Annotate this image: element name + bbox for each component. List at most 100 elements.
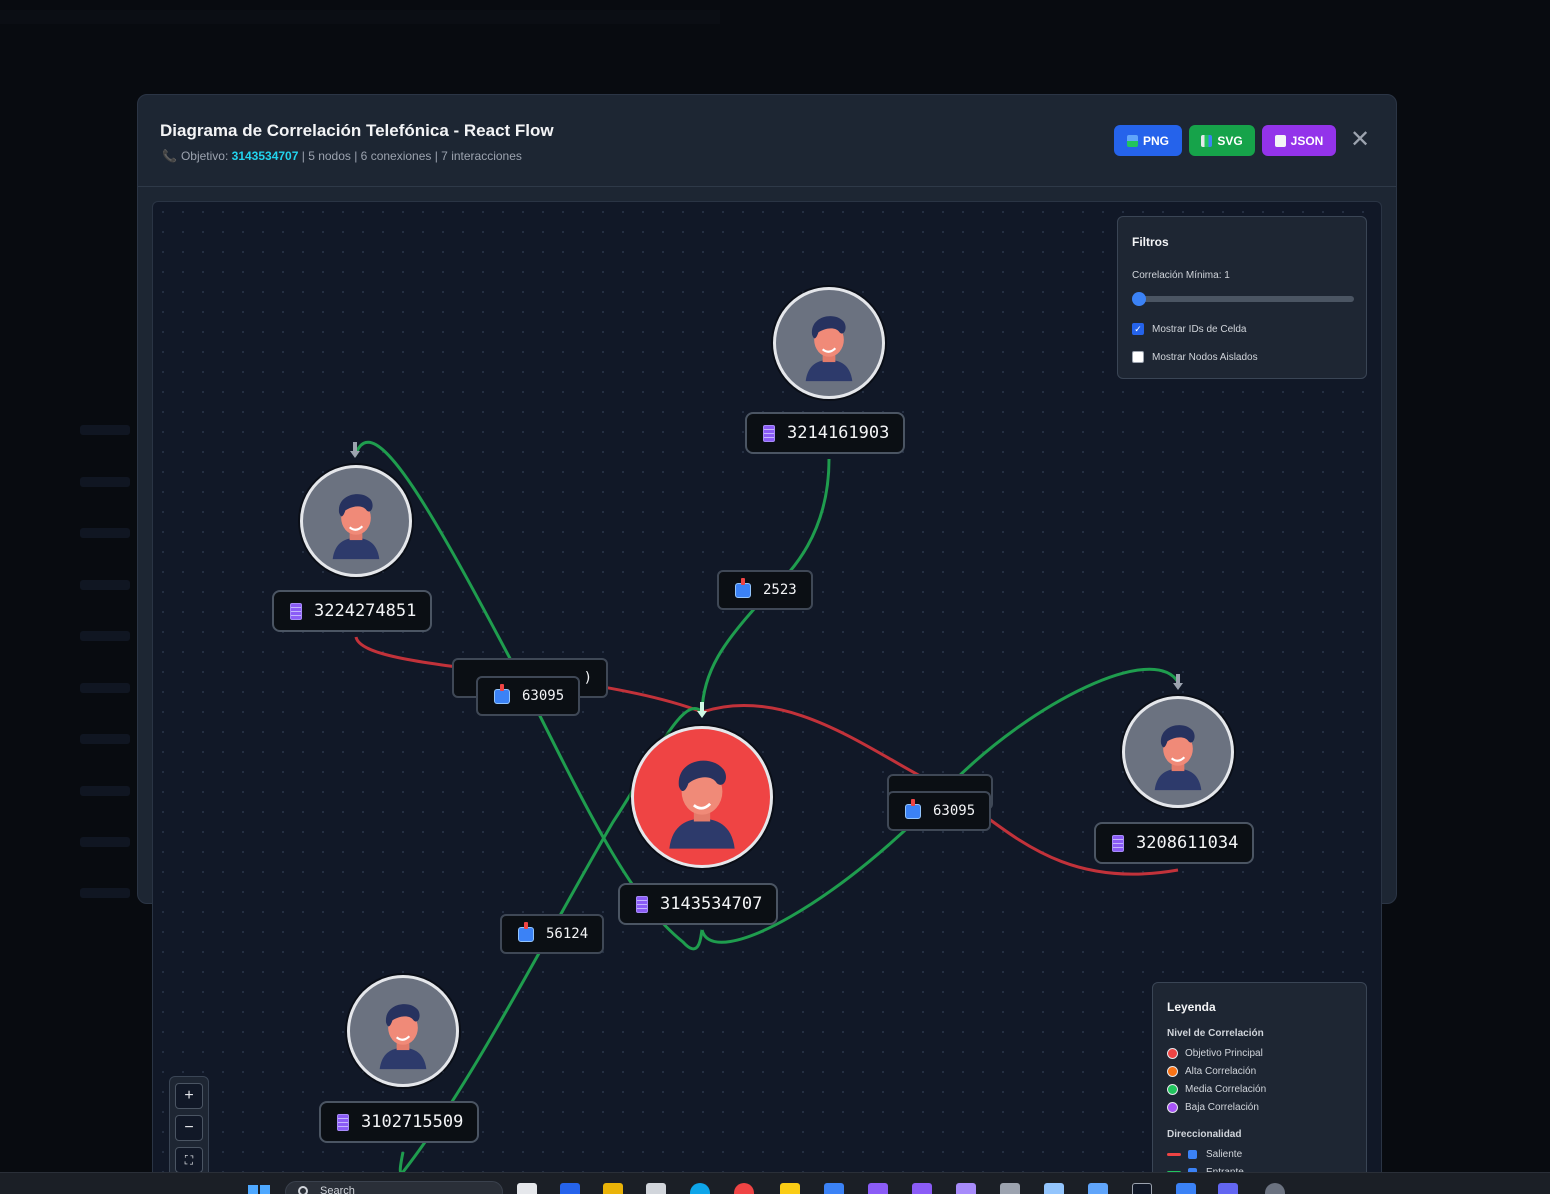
mobile-phone-icon bbox=[636, 895, 648, 913]
visual-studio-icon[interactable] bbox=[912, 1183, 932, 1194]
legend-label: Alta Correlación bbox=[1185, 1066, 1257, 1077]
slider-thumb[interactable] bbox=[1132, 292, 1146, 306]
visual-studio-icon[interactable] bbox=[868, 1183, 888, 1194]
arrow-down-icon bbox=[697, 702, 707, 718]
node-number: 3224274851 bbox=[314, 601, 417, 621]
export-json-button[interactable]: JSON bbox=[1262, 125, 1336, 156]
app-icon[interactable] bbox=[1044, 1183, 1064, 1194]
legend-item: Alta Correlación bbox=[1167, 1066, 1256, 1077]
visual-studio-icon[interactable] bbox=[956, 1183, 976, 1194]
edge-label[interactable]: 56124 bbox=[500, 914, 605, 954]
avatar-target-3143534707[interactable] bbox=[631, 726, 773, 868]
node-label[interactable]: 3102715509 bbox=[319, 1101, 480, 1143]
avatar-3224274851[interactable] bbox=[300, 465, 412, 577]
cell-id: 63095 bbox=[522, 688, 565, 704]
vscode-icon[interactable] bbox=[824, 1183, 844, 1194]
node-number: 3143534707 bbox=[660, 894, 763, 914]
legend-label: Objetivo Principal bbox=[1185, 1048, 1263, 1059]
node-label-target[interactable]: 3143534707 bbox=[618, 883, 779, 925]
background-row bbox=[80, 888, 130, 898]
app-icon[interactable] bbox=[1176, 1183, 1196, 1194]
zoom-out-button[interactable]: − bbox=[175, 1115, 203, 1141]
export-png-button[interactable]: PNG bbox=[1114, 125, 1182, 156]
mobile-phone-icon bbox=[290, 602, 302, 620]
node-label[interactable]: 3208611034 bbox=[1094, 822, 1255, 864]
node-number: 3208611034 bbox=[1136, 833, 1239, 853]
background-row bbox=[80, 786, 130, 796]
cell-id: 63095 bbox=[933, 803, 976, 819]
edge-label[interactable]: 63095 bbox=[476, 676, 581, 716]
cell-id-hidden: ) bbox=[583, 670, 592, 686]
taskbar-search[interactable]: Search bbox=[285, 1181, 503, 1194]
edge-label[interactable]: 63095 bbox=[887, 791, 992, 831]
mobile-phone-icon bbox=[337, 1113, 349, 1131]
flow-controls: + − ⛶ bbox=[169, 1076, 209, 1180]
terminal-icon[interactable] bbox=[1000, 1183, 1020, 1194]
app-icon[interactable] bbox=[1218, 1183, 1238, 1194]
image-icon bbox=[1126, 134, 1138, 147]
arrow-down-icon bbox=[1173, 674, 1183, 690]
legend-level-section: Nivel de Correlación bbox=[1167, 1028, 1264, 1039]
app-icon[interactable] bbox=[646, 1183, 666, 1194]
mobile-phone-icon bbox=[1112, 834, 1124, 852]
show-cell-ids-label: Mostrar IDs de Celda bbox=[1152, 323, 1247, 335]
target-number: 3143534707 bbox=[231, 149, 299, 163]
legend-panel: Leyenda Nivel de Correlación Objetivo Pr… bbox=[1152, 982, 1367, 1180]
background-row bbox=[80, 477, 130, 487]
app-icon[interactable] bbox=[1132, 1183, 1152, 1194]
cell-tower-icon bbox=[494, 683, 510, 704]
app-icon[interactable] bbox=[517, 1183, 537, 1194]
app-icon[interactable] bbox=[560, 1183, 580, 1194]
folder-icon[interactable] bbox=[603, 1183, 623, 1194]
cell-id: 2523 bbox=[763, 582, 797, 598]
export-json-label: JSON bbox=[1290, 133, 1324, 148]
subtitle-stats: | 5 nodos | 6 conexiones | 7 interaccion… bbox=[298, 149, 522, 163]
level-dot bbox=[1167, 1084, 1178, 1095]
document-icon bbox=[1274, 134, 1286, 147]
background-row bbox=[80, 425, 130, 435]
app-icon[interactable] bbox=[1088, 1183, 1108, 1194]
export-svg-label: SVG bbox=[1217, 133, 1243, 148]
zoom-in-button[interactable]: + bbox=[175, 1083, 203, 1109]
flow-canvas[interactable]: 3214161903 3224274851 3143534707 3208611… bbox=[152, 201, 1382, 1181]
show-cell-ids-checkbox[interactable]: ✓ bbox=[1132, 323, 1144, 335]
avatar-3102715509[interactable] bbox=[347, 975, 459, 1087]
search-icon bbox=[298, 1186, 308, 1194]
node-label[interactable]: 3214161903 bbox=[745, 412, 906, 454]
background-row bbox=[80, 683, 130, 693]
cell-tower-icon bbox=[735, 577, 751, 598]
node-number: 3102715509 bbox=[361, 1112, 464, 1132]
modal-title: Diagrama de Correlación Telefónica - Rea… bbox=[160, 121, 554, 140]
fit-view-button[interactable]: ⛶ bbox=[175, 1147, 203, 1173]
legend-item: Baja Correlación bbox=[1167, 1102, 1259, 1113]
avatar-3208611034[interactable] bbox=[1122, 696, 1234, 808]
background-row bbox=[80, 631, 130, 641]
legend-label: Baja Correlación bbox=[1185, 1102, 1259, 1113]
app-icon[interactable] bbox=[780, 1183, 800, 1194]
close-icon[interactable]: ✕ bbox=[1348, 128, 1372, 153]
windows-start-icon[interactable] bbox=[248, 1185, 270, 1194]
node-label[interactable]: 3224274851 bbox=[272, 590, 433, 632]
phone-icon: 📞 bbox=[162, 149, 177, 163]
background-row bbox=[80, 837, 130, 847]
outgoing-line-swatch bbox=[1167, 1153, 1181, 1156]
avatar-app-icon[interactable] bbox=[1265, 1183, 1285, 1194]
person-icon bbox=[669, 760, 735, 849]
legend-label: Media Correlación bbox=[1185, 1084, 1267, 1095]
min-correlation-slider[interactable] bbox=[1134, 296, 1354, 302]
export-svg-button[interactable]: SVG bbox=[1189, 125, 1255, 156]
edge-browser-icon[interactable] bbox=[690, 1183, 710, 1194]
avatar-3214161903[interactable] bbox=[773, 287, 885, 399]
show-isolated-row[interactable]: Mostrar Nodos Aislados bbox=[1132, 351, 1258, 363]
mobile-phone-icon bbox=[763, 424, 775, 442]
export-png-label: PNG bbox=[1142, 133, 1169, 148]
level-dot bbox=[1167, 1066, 1178, 1077]
background-row bbox=[80, 580, 130, 590]
show-isolated-checkbox[interactable] bbox=[1132, 351, 1144, 363]
cell-id: 56124 bbox=[546, 926, 589, 942]
show-cell-ids-row[interactable]: ✓ Mostrar IDs de Celda bbox=[1132, 323, 1246, 335]
search-placeholder: Search bbox=[320, 1185, 355, 1194]
modal-subtitle: 📞 Objetivo: 3143534707 | 5 nodos | 6 cone… bbox=[162, 149, 522, 163]
edge-label[interactable]: 2523 bbox=[717, 570, 813, 610]
chrome-icon[interactable] bbox=[734, 1183, 754, 1194]
